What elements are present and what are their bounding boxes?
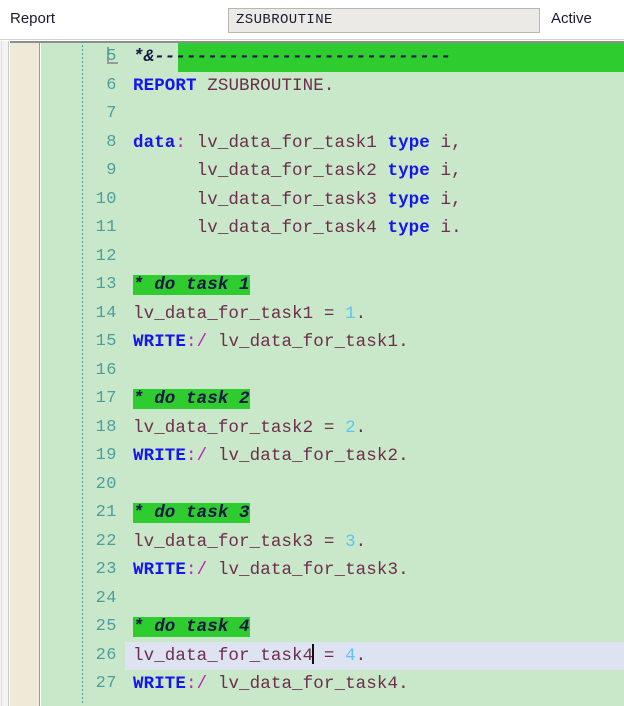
code-line-text[interactable]: *&----------------------------: [133, 43, 451, 72]
line-number: 13: [95, 275, 117, 294]
code-line-row[interactable]: 18 lv_data_for_task2 = 2.: [41, 414, 624, 443]
code-line-row[interactable]: 6 REPORT ZSUBROUTINE.: [41, 72, 624, 101]
code-line-list: 5 *&---------------------------- 6 REPORT Z…: [41, 43, 624, 699]
editor-left-rail: [0, 41, 9, 706]
code-line-row[interactable]: 8 data: lv_data_for_task1 type i,: [41, 129, 624, 158]
line-number: 21: [95, 503, 117, 522]
code-line-text[interactable]: WRITE:/ lv_data_for_task3.: [133, 556, 409, 585]
code-line-row[interactable]: 7: [41, 100, 624, 129]
line-number: 17: [95, 389, 117, 408]
code-line-text[interactable]: [133, 471, 144, 500]
code-line-text[interactable]: WRITE:/ lv_data_for_task1.: [133, 328, 409, 357]
code-line-text[interactable]: lv_data_for_task3 = 3.: [133, 528, 366, 557]
code-line-row[interactable]: 21 * do task 3: [41, 499, 624, 528]
activation-status-label: Active: [551, 10, 592, 27]
source-code-editor[interactable]: 5 *&---------------------------- 6 REPORT Z…: [0, 41, 624, 706]
code-line-row[interactable]: 11 lv_data_for_task4 type i.: [41, 214, 624, 243]
editor-header-bar: Report ZSUBROUTINE Active: [0, 0, 624, 40]
code-line-row[interactable]: 12: [41, 243, 624, 272]
line-number: 14: [95, 303, 117, 323]
code-line-text[interactable]: lv_data_for_task4 = 4.: [133, 642, 366, 671]
code-line-text[interactable]: * do task 1: [133, 271, 250, 300]
line-number: 18: [95, 417, 117, 437]
line-number: 27: [95, 674, 117, 693]
code-line-row[interactable]: 9 lv_data_for_task2 type i,: [41, 157, 624, 186]
code-line-row[interactable]: 5 *&----------------------------: [41, 43, 624, 72]
line-number: 22: [95, 531, 117, 551]
line-number: 15: [95, 332, 117, 351]
line-number: 5: [106, 47, 117, 66]
line-number: 26: [95, 645, 117, 665]
code-line-text[interactable]: * do task 2: [133, 385, 250, 414]
code-line-row[interactable]: 14 lv_data_for_task1 = 1.: [41, 300, 624, 329]
code-line-row[interactable]: 10 lv_data_for_task3 type i,: [41, 186, 624, 215]
line-number: 20: [95, 474, 117, 494]
code-line-text[interactable]: lv_data_for_task3 type i,: [133, 186, 462, 215]
line-number: 19: [95, 446, 117, 465]
code-line-row[interactable]: 23 WRITE:/ lv_data_for_task3.: [41, 556, 624, 585]
code-line-row[interactable]: 13 * do task 1: [41, 271, 624, 300]
code-line-text[interactable]: WRITE:/ lv_data_for_task4.: [133, 670, 409, 699]
code-line-text[interactable]: data: lv_data_for_task1 type i,: [133, 129, 462, 158]
code-line-text[interactable]: [133, 585, 144, 614]
line-number: 8: [106, 132, 117, 152]
line-number: 6: [106, 75, 117, 95]
line-number: 23: [95, 560, 117, 579]
code-pane[interactable]: 5 *&---------------------------- 6 REPORT Z…: [41, 43, 624, 706]
code-line-row[interactable]: 15 WRITE:/ lv_data_for_task1.: [41, 328, 624, 357]
code-line-text[interactable]: [133, 243, 144, 272]
code-line-text[interactable]: lv_data_for_task4 type i.: [133, 214, 462, 243]
line-number-separator: [82, 41, 83, 704]
line-number: 24: [95, 588, 117, 608]
object-name-field[interactable]: ZSUBROUTINE: [228, 8, 540, 33]
code-line-row[interactable]: 24: [41, 585, 624, 614]
code-line-row[interactable]: 25 * do task 4: [41, 613, 624, 642]
object-type-label: Report: [10, 10, 56, 27]
code-line-text[interactable]: [133, 100, 144, 129]
code-line-row[interactable]: 22 lv_data_for_task3 = 3.: [41, 528, 624, 557]
code-line-text[interactable]: REPORT ZSUBROUTINE.: [133, 72, 334, 101]
code-line-text[interactable]: lv_data_for_task2 type i,: [133, 157, 462, 186]
line-number: 10: [95, 189, 117, 209]
code-line-text[interactable]: lv_data_for_task1 = 1.: [133, 300, 366, 329]
code-line-text[interactable]: lv_data_for_task2 = 2.: [133, 414, 366, 443]
code-line-row[interactable]: 26 lv_data_for_task4 = 4.: [41, 641, 624, 671]
code-line-text[interactable]: [133, 357, 144, 386]
code-line-text[interactable]: * do task 4: [133, 613, 250, 642]
code-line-row[interactable]: 19 WRITE:/ lv_data_for_task2.: [41, 442, 624, 471]
code-line-text[interactable]: * do task 3: [133, 499, 250, 528]
code-line-row[interactable]: 17 * do task 2: [41, 385, 624, 414]
code-line-text[interactable]: WRITE:/ lv_data_for_task2.: [133, 442, 409, 471]
line-number: 11: [95, 218, 117, 237]
code-line-row[interactable]: 27 WRITE:/ lv_data_for_task4.: [41, 670, 624, 699]
code-line-row[interactable]: 20: [41, 471, 624, 500]
bookmark-gutter-column[interactable]: [10, 43, 40, 706]
code-line-row[interactable]: 16: [41, 357, 624, 386]
line-number: 25: [95, 617, 117, 636]
line-number: 9: [106, 161, 117, 180]
line-number: 16: [95, 360, 117, 380]
line-number: 12: [95, 246, 117, 266]
line-number: 7: [106, 104, 117, 123]
